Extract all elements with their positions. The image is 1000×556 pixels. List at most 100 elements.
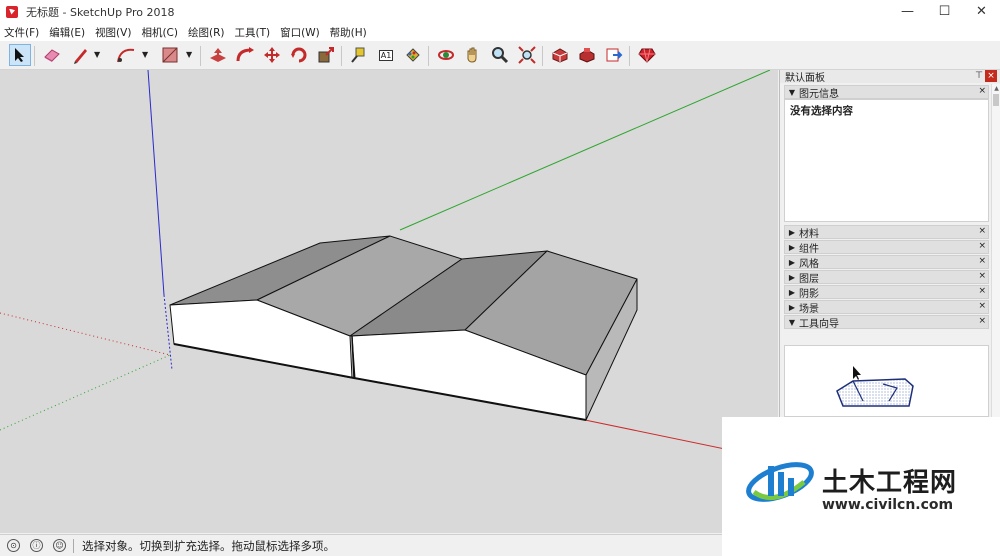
cursor-arrow-icon: [15, 48, 24, 62]
send-to-layout-tool-button[interactable]: [603, 44, 625, 66]
arc-icon: [117, 48, 135, 63]
toolbar-separator: [542, 46, 543, 66]
pin-icon[interactable]: ⊤: [975, 71, 983, 81]
tray-item-components[interactable]: ▶ 组件 ×: [784, 240, 989, 255]
scroll-up-icon[interactable]: ▲: [992, 84, 1000, 93]
ruby-tool-button[interactable]: [636, 44, 658, 66]
user-icon[interactable]: ☺: [53, 539, 66, 552]
3d-warehouse-icon: [552, 48, 568, 63]
pan-tool-button[interactable]: [462, 44, 484, 66]
send-to-layout-icon: [606, 48, 623, 62]
select-tool-button[interactable]: [9, 44, 31, 66]
watermark-url: www.civilcn.com: [822, 497, 954, 513]
tray-item-materials[interactable]: ▶ 材料 ×: [784, 225, 989, 240]
menu-file[interactable]: 文件(F): [4, 25, 39, 40]
modeling-viewport[interactable]: [0, 70, 778, 533]
tray-item-label: 材料: [799, 228, 819, 240]
collapse-arrow-icon: ▶: [788, 257, 796, 267]
shape-tool-button[interactable]: [159, 44, 181, 66]
tray-item-label: 场景: [799, 303, 819, 315]
push-pull-icon: [210, 48, 226, 62]
extension-warehouse-icon: [579, 48, 595, 63]
text-tool-button[interactable]: A1: [375, 44, 397, 66]
tray-header: 默认面板 ⊤ ×: [780, 70, 1000, 84]
rotate-tool-button[interactable]: [288, 44, 310, 66]
instructor-illustration: [836, 366, 914, 407]
no-selection-text: 没有选择内容: [790, 105, 853, 117]
line-dropdown-icon[interactable]: ▼: [94, 50, 100, 59]
menu-window[interactable]: 窗口(W): [280, 25, 320, 40]
shape-dropdown-icon[interactable]: ▼: [186, 50, 192, 59]
close-icon[interactable]: ×: [978, 286, 986, 296]
title-bar: 无标题 - SketchUp Pro 2018 — ☐ ✕: [0, 0, 1000, 23]
menu-help[interactable]: 帮助(H): [330, 25, 367, 40]
toolbar-separator: [34, 46, 35, 66]
status-message: 选择对象。切换到扩充选择。拖动鼠标选择多项。: [82, 538, 335, 553]
tray-item-label: 阴影: [799, 288, 819, 300]
close-icon[interactable]: ×: [978, 316, 986, 326]
instructor-content: [784, 345, 989, 417]
tray-item-label: 组件: [799, 243, 819, 255]
minimize-button[interactable]: —: [889, 0, 926, 23]
orbit-icon: [438, 50, 454, 60]
eraser-tool-button[interactable]: [41, 44, 63, 66]
arc-dropdown-icon[interactable]: ▼: [142, 50, 148, 59]
close-icon[interactable]: ×: [978, 86, 986, 96]
close-icon[interactable]: ×: [978, 241, 986, 251]
eraser-icon: [44, 49, 60, 62]
toolbar-separator: [428, 46, 429, 66]
tape-measure-tool-button[interactable]: [348, 44, 370, 66]
green-axis-negative: [0, 354, 171, 431]
magnifier-icon: [492, 47, 509, 64]
menu-tools[interactable]: 工具(T): [234, 25, 270, 40]
scale-tool-button[interactable]: [315, 44, 337, 66]
close-icon[interactable]: ×: [978, 271, 986, 281]
paint-bucket-icon: [406, 48, 420, 62]
geo-location-icon[interactable]: ⊙: [7, 539, 20, 552]
3d-warehouse-tool-button[interactable]: [549, 44, 571, 66]
orbit-tool-button[interactable]: [435, 44, 457, 66]
watermark: 土木工程网 www.civilcn.com: [722, 417, 1000, 556]
cursor-arrow-icon: [853, 366, 861, 380]
ruby-icon: [638, 48, 656, 63]
credits-icon[interactable]: ⓘ: [30, 539, 43, 552]
collapse-arrow-icon: ▶: [788, 287, 796, 297]
instructor-header[interactable]: ▼ 工具向导 ×: [784, 315, 989, 330]
zoom-extents-tool-button[interactable]: [516, 44, 538, 66]
large-toolset: ▼ ▼ ▼ A1: [0, 41, 1000, 70]
entity-info-header[interactable]: ▼ 图元信息 ×: [784, 85, 989, 100]
maximize-button[interactable]: ☐: [926, 0, 963, 23]
move-tool-button[interactable]: [261, 44, 283, 66]
close-icon[interactable]: ×: [978, 226, 986, 236]
follow-me-tool-button[interactable]: [234, 44, 256, 66]
tray-item-scenes[interactable]: ▶ 场景 ×: [784, 300, 989, 315]
menu-draw[interactable]: 绘图(R): [188, 25, 225, 40]
zoom-tool-button[interactable]: [489, 44, 511, 66]
toolbar-separator: [341, 46, 342, 66]
tray-scrollbar[interactable]: ▲: [991, 84, 1000, 417]
window-title: 无标题 - SketchUp Pro 2018: [26, 5, 175, 19]
close-icon[interactable]: ×: [978, 256, 986, 266]
tray-close-button[interactable]: ×: [985, 70, 997, 82]
menu-edit[interactable]: 编辑(E): [49, 25, 85, 40]
tray-item-label: 风格: [799, 258, 819, 270]
menu-view[interactable]: 视图(V): [95, 25, 131, 40]
tray-item-shadows[interactable]: ▶ 阴影 ×: [784, 285, 989, 300]
follow-me-icon: [236, 47, 254, 62]
paint-bucket-tool-button[interactable]: [402, 44, 424, 66]
close-button[interactable]: ✕: [963, 0, 1000, 23]
close-icon[interactable]: ×: [978, 301, 986, 311]
line-tool-button[interactable]: [70, 44, 92, 66]
tray-item-layers[interactable]: ▶ 图层 ×: [784, 270, 989, 285]
arc-tool-button[interactable]: [115, 44, 137, 66]
push-pull-tool-button[interactable]: [207, 44, 229, 66]
extension-warehouse-tool-button[interactable]: [576, 44, 598, 66]
tray-item-styles[interactable]: ▶ 风格 ×: [784, 255, 989, 270]
green-axis: [399, 70, 771, 231]
toolbar-separator: [200, 46, 201, 66]
scroll-thumb[interactable]: [993, 94, 999, 106]
instructor-title: 工具向导: [799, 318, 839, 330]
rectangle-icon: [162, 47, 178, 63]
entity-info-title: 图元信息: [799, 88, 839, 100]
menu-camera[interactable]: 相机(C): [141, 25, 178, 40]
